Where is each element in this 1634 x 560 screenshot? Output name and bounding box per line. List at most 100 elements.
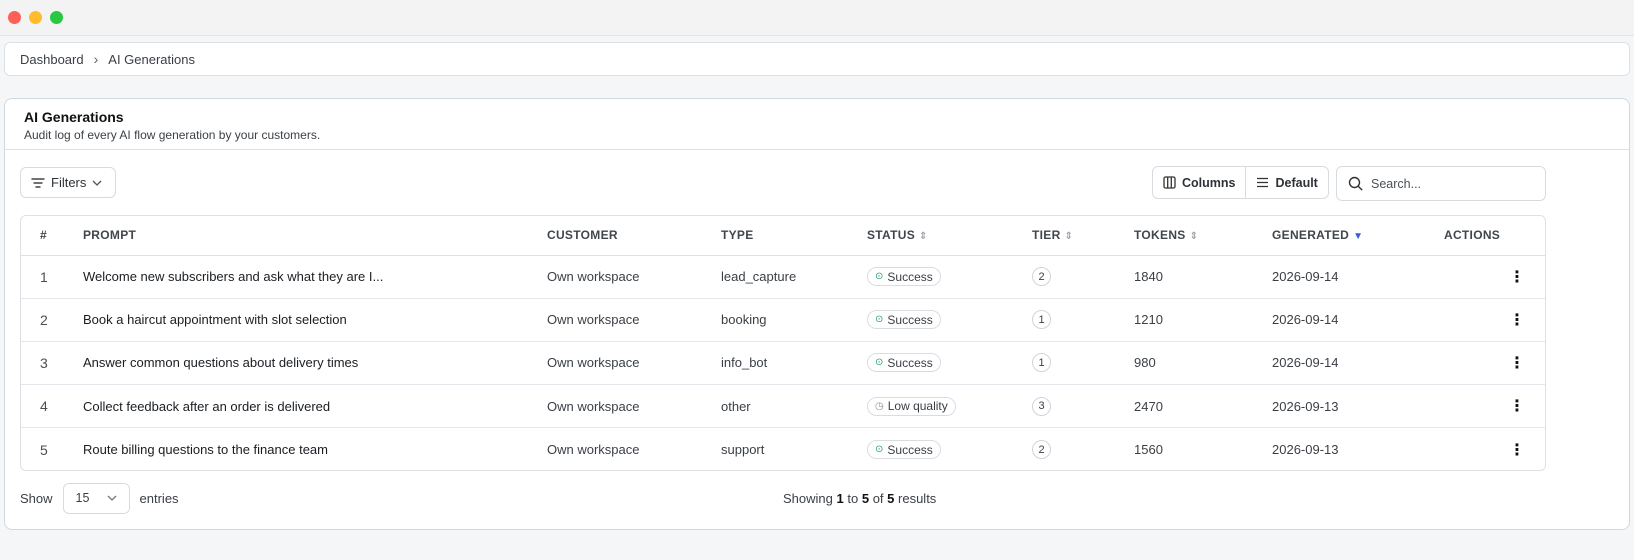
- status-badge: ⊙ Success: [867, 267, 941, 287]
- tokens-cell: 980: [1134, 341, 1272, 386]
- customer-cell: Own workspace: [547, 298, 721, 342]
- generated-cell: 2026-09-13: [1272, 384, 1444, 429]
- table-row[interactable]: 3 Answer common questions about delivery…: [21, 341, 1545, 386]
- tier-cell: 1: [1032, 298, 1134, 342]
- filters-button[interactable]: Filters: [20, 167, 116, 198]
- prompt-cell: Book a haircut appointment with slot sel…: [83, 298, 547, 342]
- status-label: Success: [887, 312, 933, 327]
- table-row[interactable]: 1 Welcome new subscribers and ask what t…: [21, 255, 1545, 299]
- of-label: of: [872, 490, 884, 506]
- status-cell: ⊙ Success: [867, 341, 1032, 386]
- close-window-button[interactable]: [8, 11, 21, 24]
- row-actions-kebab-icon[interactable]: ⋮: [1444, 255, 1545, 299]
- density-button-label: Default: [1275, 175, 1318, 190]
- type-cell: lead_capture: [721, 255, 867, 299]
- maximize-window-button[interactable]: [50, 11, 63, 24]
- status-cell: ⊙ Success: [867, 428, 1032, 470]
- card-header: AI Generations Audit log of every AI flo…: [5, 99, 1629, 150]
- tier-cell: 2: [1032, 428, 1134, 470]
- tier-badge: 2: [1032, 440, 1051, 460]
- status-cell: ⊙ Success: [867, 255, 1032, 299]
- tokens-cell: 2470: [1134, 384, 1272, 429]
- type-cell: other: [721, 384, 867, 429]
- generations-table: # PROMPT CUSTOMER TYPE STATUS ⇕ TIER ⇕ TOK…: [20, 215, 1546, 471]
- density-button[interactable]: Default: [1245, 167, 1327, 198]
- to-label: to: [847, 490, 859, 506]
- columns-button[interactable]: Columns: [1153, 167, 1245, 198]
- status-label: Success: [887, 442, 933, 457]
- chevron-right-icon: ›: [93, 51, 99, 67]
- check-circle-icon: ⊙: [875, 444, 884, 456]
- row-number: 4: [21, 384, 83, 429]
- results-label: results: [898, 490, 937, 506]
- column-header-prompt: PROMPT: [83, 216, 547, 256]
- tier-cell: 1: [1032, 341, 1134, 386]
- column-header-tier[interactable]: TIER ⇕: [1032, 216, 1134, 256]
- prompt-cell: Route billing questions to the finance t…: [83, 442, 328, 458]
- status-badge: ⊙ Success: [867, 310, 941, 330]
- table-row[interactable]: 2 Book a haircut appointment with slot s…: [21, 298, 1545, 342]
- table-toolbar: Filters Columns Default: [5, 150, 1629, 214]
- type-cell: support: [721, 442, 765, 458]
- tokens-cell: 1840: [1134, 255, 1272, 299]
- tier-badge: 3: [1032, 396, 1051, 416]
- pagination-summary: Showing 1 to 5 of 5 results: [783, 491, 936, 506]
- row-actions-kebab-icon[interactable]: ⋮: [1444, 341, 1545, 386]
- clock-icon: ◷: [875, 400, 884, 412]
- generated-header-label: GENERATED: [1272, 228, 1350, 243]
- row-number: 5: [40, 441, 48, 458]
- showing-label: Showing: [783, 490, 833, 506]
- row-actions-kebab-icon[interactable]: ⋮: [1444, 298, 1545, 342]
- sort-icon: ⇕: [1189, 231, 1199, 243]
- density-lines-icon: [1257, 177, 1269, 188]
- column-header-tokens[interactable]: TOKENS ⇕: [1134, 216, 1272, 256]
- window-titlebar: [0, 0, 1634, 36]
- column-header-type: TYPE: [721, 216, 867, 256]
- page-subtitle: Audit log of every AI flow generation by…: [24, 128, 321, 142]
- filter-lines-icon: [31, 177, 45, 188]
- filters-button-label: Filters: [51, 175, 87, 190]
- check-circle-icon: ⊙: [875, 357, 884, 369]
- chevron-down-icon: [107, 495, 116, 501]
- range-from: 1: [836, 490, 844, 506]
- table-row[interactable]: 4 Collect feedback after an order is del…: [21, 384, 1545, 429]
- customer-cell: Own workspace: [547, 384, 721, 429]
- tier-badge: 1: [1032, 310, 1051, 330]
- column-header-actions: ACTIONS: [1444, 216, 1545, 256]
- tokens-header-label: TOKENS: [1134, 228, 1186, 243]
- customer-cell: Own workspace: [547, 255, 721, 299]
- row-number: 2: [21, 298, 83, 342]
- columns-button-label: Columns: [1182, 175, 1236, 190]
- breadcrumb-dashboard-link[interactable]: Dashboard: [20, 52, 84, 67]
- range-to: 5: [861, 490, 870, 506]
- status-header-label: STATUS: [867, 228, 916, 243]
- chevron-down-icon: [92, 180, 102, 186]
- page-size-value: 15: [75, 491, 90, 505]
- generated-cell: 2026-09-14: [1272, 341, 1444, 386]
- row-actions-kebab-icon[interactable]: ⋮: [1444, 428, 1545, 470]
- page-title: AI Generations: [24, 109, 124, 125]
- status-label: Success: [887, 269, 933, 284]
- tier-header-label: TIER: [1032, 228, 1061, 243]
- sort-icon: ⇕: [919, 231, 928, 243]
- column-header-number: #: [21, 216, 83, 256]
- row-actions-kebab-icon[interactable]: ⋮: [1444, 384, 1545, 429]
- prompt-cell: Collect feedback after an order is deliv…: [83, 384, 547, 429]
- tier-badge: 1: [1032, 353, 1051, 373]
- tier-badge: 2: [1032, 267, 1051, 287]
- search-input[interactable]: [1371, 176, 1531, 191]
- table-footer: Show 15 entries Showing 1 to 5 of 5 resu…: [20, 482, 1546, 514]
- column-header-generated[interactable]: GENERATED ▼: [1272, 216, 1444, 256]
- column-header-status[interactable]: STATUS ⇕: [867, 216, 1032, 256]
- type-cell: info_bot: [721, 341, 867, 386]
- tier-cell: 3: [1032, 384, 1134, 429]
- ai-generations-card: AI Generations Audit log of every AI flo…: [4, 98, 1630, 530]
- status-label: Success: [887, 355, 933, 370]
- view-options-group: Columns Default: [1152, 166, 1329, 199]
- table-row[interactable]: 5 Route billing questions to the finance…: [21, 428, 1545, 470]
- minimize-window-button[interactable]: [29, 11, 42, 24]
- generated-cell: 2026-09-13: [1272, 442, 1339, 458]
- check-circle-icon: ⊙: [875, 271, 884, 283]
- search-icon: [1348, 176, 1363, 191]
- page-size-select[interactable]: 15: [62, 482, 130, 514]
